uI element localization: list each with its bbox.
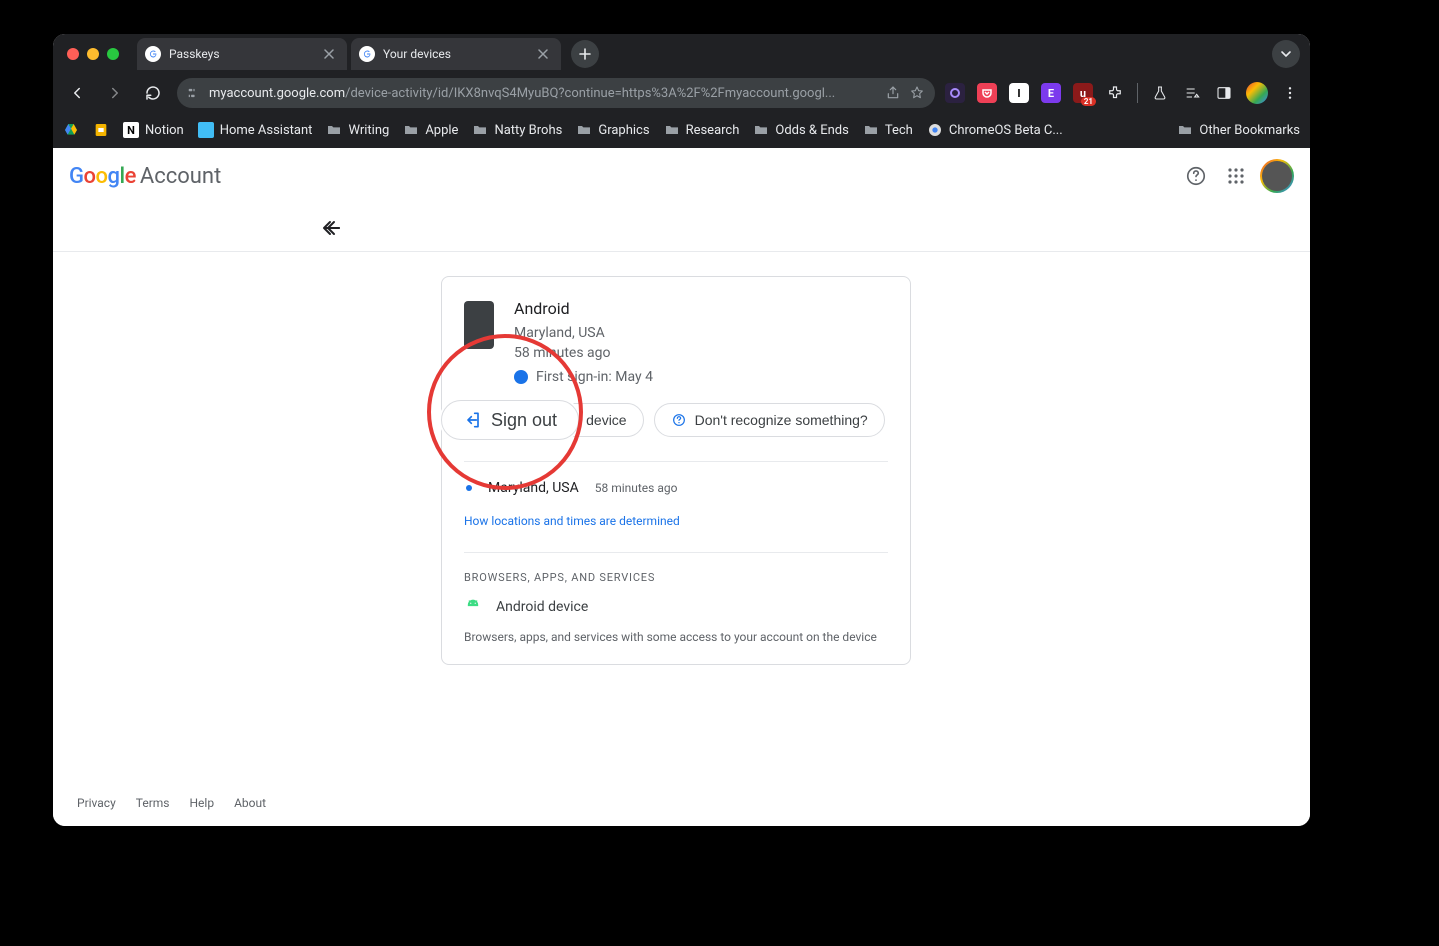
how-determined-link[interactable]: How locations and times are determined <box>464 514 888 528</box>
bookmark-research[interactable]: Research <box>664 122 740 138</box>
nav-forward-button[interactable] <box>101 79 129 107</box>
bookmark-odds-ends[interactable]: Odds & Ends <box>753 122 848 138</box>
device-first-signin: First sign-in: May 4 <box>514 369 888 385</box>
close-window-button[interactable] <box>67 48 79 60</box>
bookmark-graphics[interactable]: Graphics <box>576 122 649 138</box>
bookmark-slides[interactable] <box>93 122 109 138</box>
extensions-menu-icon[interactable] <box>1105 83 1125 103</box>
google-account-logo[interactable]: Google Account <box>69 164 221 189</box>
minimize-window-button[interactable] <box>87 48 99 60</box>
url-text: myaccount.google.com/device-activity/id/… <box>209 86 877 101</box>
device-location: Maryland, USA <box>514 324 888 344</box>
bookmarks-bar: NNotion Home Assistant Writing Apple Nat… <box>53 112 1310 148</box>
maximize-window-button[interactable] <box>107 48 119 60</box>
other-bookmarks[interactable]: Other Bookmarks <box>1177 122 1300 138</box>
bookmark-natty-brohs[interactable]: Natty Brohs <box>472 122 562 138</box>
address-bar[interactable]: myaccount.google.com/device-activity/id/… <box>177 78 935 108</box>
page-back-button[interactable] <box>319 216 343 240</box>
labs-icon[interactable] <box>1150 83 1170 103</box>
tab-passkeys[interactable]: Passkeys <box>137 38 347 70</box>
pocket-icon[interactable] <box>977 83 997 103</box>
session-location: Maryland, USA <box>488 480 579 496</box>
account-avatar[interactable] <box>1260 159 1294 193</box>
media-control-icon[interactable] <box>1182 83 1202 103</box>
service-row: Android device <box>464 598 888 616</box>
reload-button[interactable] <box>139 79 167 107</box>
site-settings-icon[interactable] <box>187 86 201 100</box>
close-tab-icon[interactable] <box>535 46 551 62</box>
extension-purple-icon[interactable] <box>945 83 965 103</box>
product-name: Account <box>140 164 221 189</box>
footer-help[interactable]: Help <box>190 796 215 810</box>
google-favicon-icon <box>359 46 375 62</box>
new-tab-button[interactable] <box>571 40 599 68</box>
session-time: 58 minutes ago <box>595 481 678 495</box>
services-heading: BROWSERS, APPS, AND SERVICES <box>464 571 888 584</box>
back-row <box>53 204 1310 252</box>
sign-out-icon <box>463 410 483 430</box>
bookmark-star-icon[interactable] <box>909 85 925 101</box>
device-thumbnail-icon <box>464 301 494 349</box>
tab-title: Your devices <box>383 47 527 61</box>
tab-your-devices[interactable]: Your devices <box>351 38 561 70</box>
extension-e-icon[interactable]: E <box>1041 83 1061 103</box>
profile-avatar-icon[interactable] <box>1246 82 1268 104</box>
tabs-menu-button[interactable] <box>1272 40 1300 68</box>
google-header: Google Account <box>53 148 1310 204</box>
footer-about[interactable]: About <box>234 796 266 810</box>
android-icon <box>464 598 482 616</box>
bookmark-writing[interactable]: Writing <box>326 122 389 138</box>
tab-strip: Passkeys Your devices <box>53 34 1310 74</box>
bookmark-home-assistant[interactable]: Home Assistant <box>198 122 313 138</box>
session-row: Maryland, USA 58 minutes ago <box>464 480 888 496</box>
nav-back-button[interactable] <box>63 79 91 107</box>
help-button[interactable] <box>1176 156 1216 196</box>
toolbar: myaccount.google.com/device-activity/id/… <box>53 74 1310 112</box>
tab-title: Passkeys <box>169 47 313 61</box>
extension-icons: I E u21 <box>945 82 1300 104</box>
window-controls[interactable] <box>67 48 119 60</box>
browser-window: Passkeys Your devices <box>53 34 1310 826</box>
main-content: Android Maryland, USA 58 minutes ago Fir… <box>53 252 1310 826</box>
page-content: Google Account Android <box>53 148 1310 826</box>
device-name: Android <box>514 299 888 318</box>
bookmark-notion[interactable]: NNotion <box>123 122 184 138</box>
service-name: Android device <box>496 599 588 615</box>
footer-terms[interactable]: Terms <box>136 796 170 810</box>
share-icon[interactable] <box>885 85 901 101</box>
ublock-icon[interactable]: u21 <box>1073 83 1093 103</box>
bookmark-tech[interactable]: Tech <box>863 122 913 138</box>
new-indicator-icon <box>514 370 528 384</box>
session-active-icon <box>466 485 472 491</box>
bookmark-chromeos[interactable]: ChromeOS Beta C... <box>927 122 1063 138</box>
bookmark-drive[interactable] <box>63 122 79 138</box>
device-card: Android Maryland, USA 58 minutes ago Fir… <box>441 276 911 665</box>
browser-chrome: Passkeys Your devices <box>53 34 1310 148</box>
bookmark-apple[interactable]: Apple <box>403 122 458 138</box>
sign-out-button[interactable]: Sign out <box>441 400 579 440</box>
close-tab-icon[interactable] <box>321 46 337 62</box>
footer-privacy[interactable]: Privacy <box>77 796 116 810</box>
services-description: Browsers, apps, and services with some a… <box>464 630 888 644</box>
side-panel-icon[interactable] <box>1214 83 1234 103</box>
instapaper-icon[interactable]: I <box>1009 83 1029 103</box>
page-footer: Privacy Terms Help About <box>53 780 1310 826</box>
google-favicon-icon <box>145 46 161 62</box>
apps-grid-button[interactable] <box>1216 156 1256 196</box>
dont-recognize-button[interactable]: Don't recognize something? <box>654 403 885 437</box>
kebab-menu-icon[interactable] <box>1280 83 1300 103</box>
device-time-ago: 58 minutes ago <box>514 344 888 364</box>
